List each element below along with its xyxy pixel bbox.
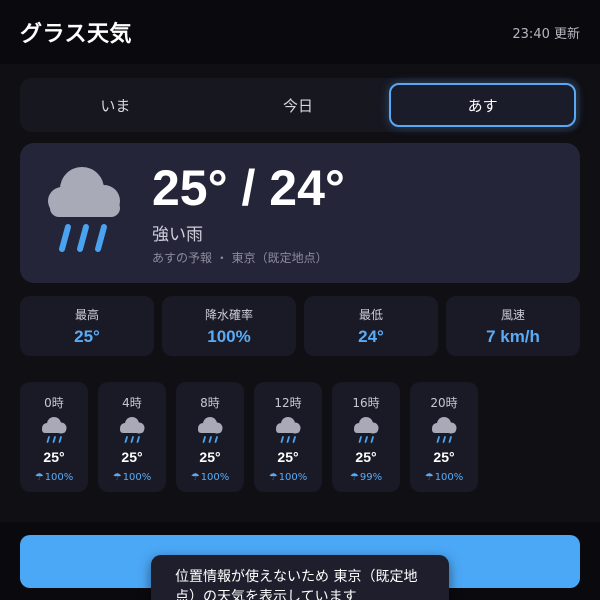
hour-time: 0時	[44, 396, 64, 410]
app-title: グラス天気	[20, 22, 133, 47]
hour-precip: ☂ 100%	[113, 472, 152, 483]
forecast-location-note: あすの予報 ・ 東京（既定地点）	[152, 251, 328, 265]
hour-time: 4時	[122, 396, 142, 410]
rain-cloud-icon	[432, 417, 457, 443]
precip-value: 100%	[434, 472, 464, 483]
stat-precipitation: 降水確率 100%	[162, 296, 296, 356]
hour-time: 16時	[352, 396, 380, 410]
rain-cloud-icon	[276, 417, 301, 443]
hour-precip: ☂ 99%	[350, 472, 382, 483]
precip-value: 99%	[359, 472, 383, 483]
hour-time: 8時	[200, 396, 220, 410]
precip-value: 100%	[44, 472, 74, 483]
hour-card: 12時 25° ☂ 100%	[254, 382, 322, 492]
tab-now[interactable]: いま	[24, 83, 207, 127]
umbrella-icon: ☂	[190, 472, 200, 483]
tab-tomorrow[interactable]: あす	[389, 83, 577, 127]
hour-card: 20時 25° ☂ 100%	[410, 382, 478, 492]
rain-cloud-icon	[198, 417, 223, 443]
rain-cloud-icon	[48, 167, 120, 252]
stat-value: 7 km/h	[486, 326, 540, 346]
stat-wind: 風速 7 km/h	[446, 296, 580, 356]
stat-value: 25°	[74, 326, 100, 346]
forecast-hero-card: 25° / 24° 強い雨 あすの予報 ・ 東京（既定地点）	[20, 143, 580, 283]
precip-value: 100%	[200, 472, 230, 483]
stat-high: 最高 25°	[20, 296, 154, 356]
stat-label: 降水確率	[204, 307, 253, 322]
stat-label: 風速	[500, 307, 525, 322]
stat-value: 100%	[207, 326, 251, 346]
stats-row: 最高 25° 降水確率 100% 最低 24° 風速 7 km/h	[20, 296, 580, 356]
stat-low: 最低 24°	[304, 296, 438, 356]
umbrella-icon: ☂	[424, 472, 434, 483]
hour-temp: 25°	[277, 449, 299, 465]
hour-card: 0時 25° ☂ 100%	[20, 382, 88, 492]
updated-time: 23:40 更新	[512, 26, 580, 42]
precip-value: 100%	[122, 472, 152, 483]
app-header: グラス天気 23:40 更新	[0, 0, 600, 64]
hour-card: 16時 25° ☂ 99%	[332, 382, 400, 492]
tab-today[interactable]: 今日	[207, 83, 390, 127]
hour-temp: 25°	[355, 449, 377, 465]
hour-temp: 25°	[433, 449, 455, 465]
hour-time: 20時	[430, 396, 458, 410]
umbrella-icon: ☂	[34, 472, 44, 483]
rain-cloud-icon	[42, 417, 67, 443]
day-tabs: いま 今日 あす	[20, 78, 580, 132]
rain-cloud-icon	[354, 417, 379, 443]
stat-label: 最低	[358, 307, 383, 322]
umbrella-icon: ☂	[268, 472, 278, 483]
hour-card: 4時 25° ☂ 100%	[98, 382, 166, 492]
hour-time: 12時	[274, 396, 302, 410]
weather-condition: 強い雨	[152, 225, 203, 245]
temperature-range: 25° / 24°	[152, 160, 345, 216]
umbrella-icon: ☂	[349, 472, 359, 483]
location-toast: 位置情報が使えないため 東京（既定地点）の天気を表示しています	[151, 555, 449, 600]
hour-precip: ☂ 100%	[191, 472, 230, 483]
hourly-forecast: 0時 25° ☂ 100% 4時 25° ☂ 100% 8時 25° ☂ 100% 12時 25° ☂ 100…	[20, 382, 478, 492]
hour-precip: ☂ 100%	[35, 472, 74, 483]
hour-temp: 25°	[43, 449, 65, 465]
hour-precip: ☂ 100%	[269, 472, 308, 483]
precip-value: 100%	[278, 472, 308, 483]
umbrella-icon: ☂	[112, 472, 122, 483]
hour-card: 8時 25° ☂ 100%	[176, 382, 244, 492]
stat-label: 最高	[74, 307, 99, 322]
hour-temp: 25°	[199, 449, 221, 465]
hour-temp: 25°	[121, 449, 143, 465]
hour-precip: ☂ 100%	[425, 472, 464, 483]
rain-cloud-icon	[120, 417, 145, 443]
stat-value: 24°	[358, 326, 384, 346]
